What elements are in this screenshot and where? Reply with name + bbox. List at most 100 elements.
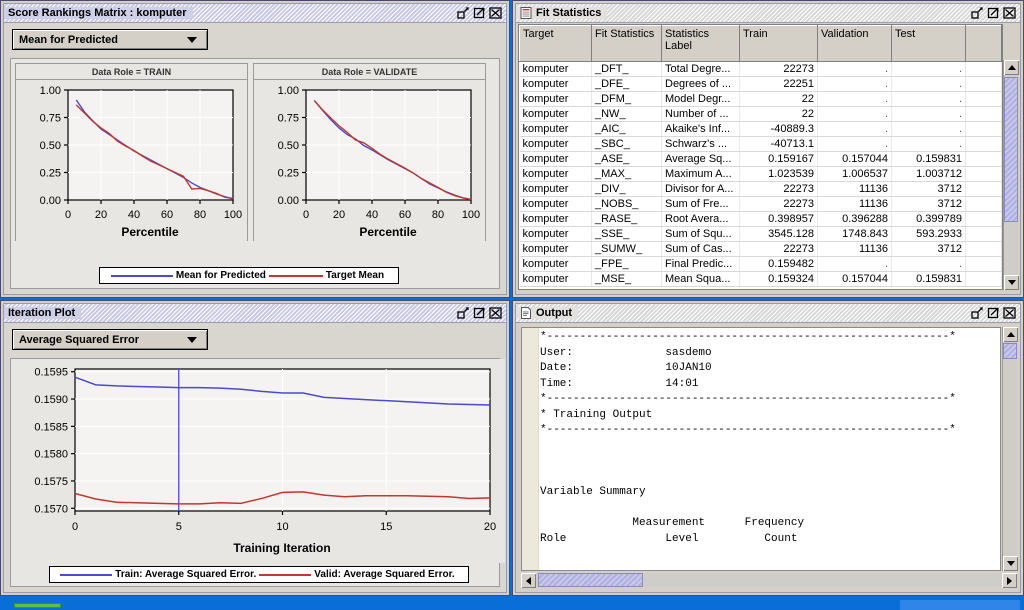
- table-cell: .: [817, 256, 892, 272]
- scroll-left-button[interactable]: [521, 573, 536, 588]
- table-cell: komputer: [519, 241, 592, 257]
- chevron-down-icon: [187, 36, 197, 43]
- restore-icon[interactable]: [457, 306, 470, 319]
- output-vscrollbar[interactable]: [1002, 327, 1018, 571]
- window-score-rankings-matrix: Score Rankings Matrix : komputer Mean fo…: [0, 0, 510, 298]
- close-icon[interactable]: [489, 6, 502, 19]
- column-header-target[interactable]: Target: [519, 25, 592, 62]
- table-cell: Mean Squa...: [661, 271, 740, 287]
- fit-statistics-inner: Fit Statistics Target Fit Statistics Sta…: [515, 3, 1021, 295]
- table-cell: komputer: [519, 61, 592, 77]
- table-row[interactable]: komputer _RASE_ Root Avera... 0.398957 0.396…: [519, 211, 1002, 227]
- column-header-spacer[interactable]: [965, 25, 1002, 62]
- output-title-group: Output: [516, 307, 579, 319]
- table-row[interactable]: komputer _MAX_ Maximum A... 1.023539 1.00653…: [519, 166, 1002, 182]
- taskbar-stub[interactable]: [900, 600, 1020, 610]
- table-cell: -40889.3: [739, 121, 818, 137]
- table-row[interactable]: komputer _MSE_ Mean Squa... 0.159324 0.15704…: [519, 271, 1002, 287]
- desktop-background: Score Rankings Matrix : komputer Mean fo…: [0, 0, 1024, 610]
- svg-text:0.75: 0.75: [40, 113, 61, 125]
- table-row[interactable]: komputer _SBC_ Schwarz's ... -40713.1..: [519, 136, 1002, 152]
- table-row[interactable]: komputer _SSE_ Sum of Squ... 3545.128 1748.8…: [519, 226, 1002, 242]
- scroll-right-button[interactable]: [1002, 573, 1017, 588]
- svg-text:0: 0: [65, 209, 71, 221]
- table-cell: [965, 271, 1002, 287]
- table-cell: komputer: [519, 151, 592, 167]
- table-cell: 0.159324: [739, 271, 818, 287]
- column-header-train[interactable]: Train: [739, 25, 818, 62]
- vscroll-thumb[interactable]: [1003, 343, 1017, 359]
- table-cell: [965, 241, 1002, 257]
- output-titlebar[interactable]: Output: [516, 304, 1020, 323]
- svg-text:Training Iteration: Training Iteration: [233, 541, 330, 555]
- scroll-up-button[interactable]: [1003, 327, 1018, 342]
- restore-icon[interactable]: [457, 6, 470, 19]
- table-cell: [965, 256, 1002, 272]
- maximize-icon[interactable]: [987, 306, 1000, 319]
- table-cell: [965, 76, 1002, 92]
- svg-text:0.1580: 0.1580: [34, 449, 68, 461]
- table-cell: 1748.843: [817, 226, 892, 242]
- table-row[interactable]: komputer _NW_ Number of ... 22..: [519, 106, 1002, 122]
- table-cell: 0.157044: [817, 271, 892, 287]
- svg-text:1.00: 1.00: [278, 85, 299, 97]
- table-cell: 0.396288: [817, 211, 892, 227]
- table-cell: 1.003712: [891, 166, 966, 182]
- status-bar: [0, 596, 1024, 610]
- hscroll-thumb[interactable]: [538, 573, 643, 587]
- table-cell: 0.159482: [739, 256, 818, 272]
- iteration-plot-title-group: Iteration Plot: [4, 307, 82, 319]
- fit-statistics-titlebar[interactable]: Fit Statistics: [516, 4, 1020, 23]
- vscroll-thumb[interactable]: [1004, 77, 1018, 222]
- maximize-icon[interactable]: [473, 6, 486, 19]
- output-text-area[interactable]: *---------------------------------------…: [521, 327, 1001, 571]
- fit-statistics-vscrollbar[interactable]: [1003, 60, 1019, 290]
- maximize-icon[interactable]: [987, 6, 1000, 19]
- column-header-validation[interactable]: Validation: [817, 25, 892, 62]
- iteration-plot-inner: Iteration Plot Average Squared Error 0 5…: [3, 303, 507, 593]
- table-cell: .: [817, 91, 892, 107]
- table-cell: _DFM_: [591, 91, 662, 107]
- scroll-down-button[interactable]: [1004, 275, 1019, 290]
- score-rankings-inner: Score Rankings Matrix : komputer Mean fo…: [3, 3, 507, 295]
- table-row[interactable]: komputer _NOBS_ Sum of Fre... 22273 11136 371…: [519, 196, 1002, 212]
- table-cell: 11136: [817, 241, 892, 257]
- table-row[interactable]: komputer _DIV_ Divisor for A... 22273 11136 3…: [519, 181, 1002, 197]
- triangle-down-icon: [1007, 280, 1016, 285]
- output-hscrollbar[interactable]: [521, 573, 1017, 588]
- table-cell: _MSE_: [591, 271, 662, 287]
- column-header-fit-statistics[interactable]: Fit Statistics: [591, 25, 662, 62]
- vscroll-track[interactable]: [1003, 342, 1017, 556]
- table-cell: komputer: [519, 271, 592, 287]
- column-header-statistics-label[interactable]: Statistics Label: [661, 25, 740, 62]
- maximize-icon[interactable]: [473, 306, 486, 319]
- close-icon[interactable]: [489, 306, 502, 319]
- table-row[interactable]: komputer _FPE_ Final Predic... 0.159482..: [519, 256, 1002, 272]
- iteration-plot-svg: 0 5 10 15 20 0.1570 0.1575 0.1580 0.1585 0.1590 0.…: [11, 359, 505, 563]
- close-icon[interactable]: [1003, 306, 1016, 319]
- iteration-plot-titlebar[interactable]: Iteration Plot: [4, 304, 506, 323]
- column-header-test[interactable]: Test: [891, 25, 966, 62]
- close-icon[interactable]: [1003, 6, 1016, 19]
- score-rankings-titlebar[interactable]: Score Rankings Matrix : komputer: [4, 4, 506, 23]
- svg-text:80: 80: [432, 209, 444, 221]
- table-cell: Final Predic...: [661, 256, 740, 272]
- iteration-plot-metric-select[interactable]: Average Squared Error: [12, 329, 208, 350]
- scroll-up-button[interactable]: [1004, 60, 1019, 75]
- iteration-plot-combo-area: Average Squared Error: [4, 323, 506, 356]
- table-row[interactable]: komputer _DFT_ Total Degre... 22273..: [519, 61, 1002, 77]
- table-cell: [965, 151, 1002, 167]
- table-cell: 1.023539: [739, 166, 818, 182]
- table-row[interactable]: komputer _ASE_ Average Sq... 0.159167 0.1570…: [519, 151, 1002, 167]
- table-row[interactable]: komputer _DFE_ Degrees of ... 22251..: [519, 76, 1002, 92]
- table-row[interactable]: komputer _SUMW_ Sum of Cas... 22273 11136 371…: [519, 241, 1002, 257]
- scroll-down-button[interactable]: [1003, 556, 1018, 571]
- table-cell: 22273: [739, 61, 818, 77]
- score-rankings-metric-select[interactable]: Mean for Predicted: [12, 29, 208, 50]
- table-row[interactable]: komputer _AIC_ Akaike's Inf... -40889.3..: [519, 121, 1002, 137]
- restore-icon[interactable]: [971, 306, 984, 319]
- restore-icon[interactable]: [971, 6, 984, 19]
- table-row[interactable]: komputer _DFM_ Model Degr... 22..: [519, 91, 1002, 107]
- table-cell: komputer: [519, 226, 592, 242]
- document-icon: [521, 307, 531, 319]
